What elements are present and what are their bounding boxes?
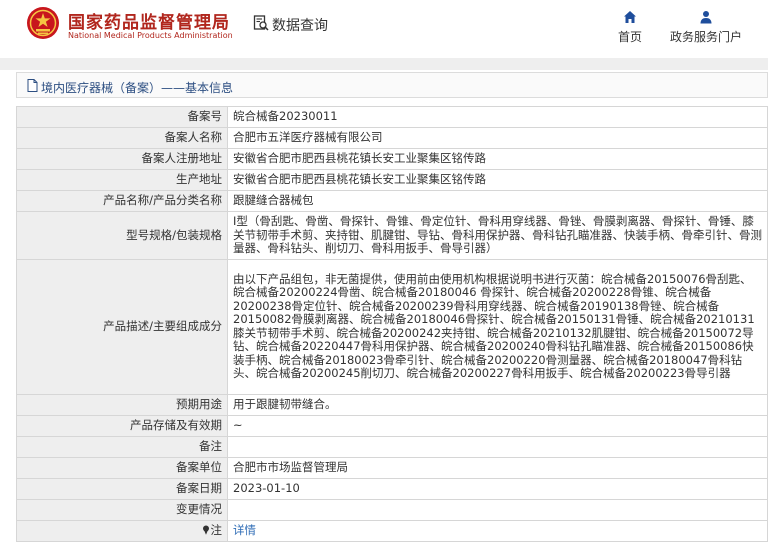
field-label: 备案人注册地址 — [16, 148, 228, 170]
detail-link[interactable]: 详情 — [233, 523, 256, 537]
table-row: 注 详情 — [16, 519, 768, 542]
field-value: 安徽省合肥市肥西县桃花镇长安工业聚集区铭传路 — [227, 169, 768, 191]
nav-home[interactable]: 首页 — [616, 10, 644, 45]
document-icon — [27, 79, 38, 92]
data-query-icon — [253, 15, 269, 31]
header-divider — [0, 58, 768, 70]
field-label: 备注 — [16, 435, 228, 458]
field-label: 产品描述/主要组成成分 — [16, 258, 228, 395]
field-value: 用于跟腱韧带缝合。 — [227, 393, 768, 416]
field-label: 型号规格/包装规格 — [16, 211, 228, 260]
field-label: 备案单位 — [16, 456, 228, 479]
breadcrumb: 境内医疗器械（备案）——基本信息 — [16, 72, 768, 98]
field-label: 产品名称/产品分类名称 — [16, 190, 228, 212]
field-value: 安徽省合肥市肥西县桃花镇长安工业聚集区铭传路 — [227, 148, 768, 170]
field-label: 生产地址 — [16, 169, 228, 191]
field-value: I型（骨刮匙、骨凿、骨探针、骨锥、骨定位针、骨科用穿线器、骨锉、骨膜剥离器、骨探… — [227, 211, 768, 260]
note-label: 注 — [210, 522, 223, 537]
field-label: 备案日期 — [16, 477, 228, 500]
table-row: 变更情况 — [16, 498, 768, 521]
site-title: 国家药品监督管理局 — [68, 13, 230, 33]
field-value: ~ — [227, 414, 768, 437]
table-row: 产品存储及有效期 ~ — [16, 414, 768, 437]
field-value — [227, 435, 768, 458]
field-value: 合肥市五洋医疗器械有限公司 — [227, 127, 768, 149]
pin-icon — [202, 525, 209, 535]
field-value: 2023-01-10 — [227, 477, 768, 500]
breadcrumb-text: 境内医疗器械（备案）——基本信息 — [41, 81, 234, 95]
table-row: 备案号 皖合械备20230011 — [16, 106, 768, 128]
data-query-label: 数据查询 — [272, 18, 328, 34]
national-emblem-icon — [27, 7, 59, 39]
table-row: 产品名称/产品分类名称 跟腱缝合器械包 — [16, 190, 768, 212]
user-icon — [700, 11, 712, 24]
table-row: 预期用途 用于跟腱韧带缝合。 — [16, 393, 768, 416]
field-value: 皖合械备20230011 — [227, 106, 768, 128]
field-value — [227, 498, 768, 521]
home-icon — [624, 11, 636, 23]
site-header: 国家药品监督管理局 National Medical Products Admi… — [0, 0, 768, 58]
table-row: 备案人注册地址 安徽省合肥市肥西县桃花镇长安工业聚集区铭传路 — [16, 148, 768, 170]
field-label: 备案人名称 — [16, 127, 228, 149]
table-row: 备案人名称 合肥市五洋医疗器械有限公司 — [16, 127, 768, 149]
table-row: 型号规格/包装规格 I型（骨刮匙、骨凿、骨探针、骨锥、骨定位针、骨科用穿线器、骨… — [16, 211, 768, 260]
table-row: 生产地址 安徽省合肥市肥西县桃花镇长安工业聚集区铭传路 — [16, 169, 768, 191]
table-row: 产品描述/主要组成成分 由以下产品组包，非无菌提供，使用前由使用机构根据说明书进… — [16, 258, 768, 395]
field-value: 由以下产品组包，非无菌提供，使用前由使用机构根据说明书进行灭菌：皖合械备2015… — [227, 258, 768, 395]
table-row: 备注 — [16, 435, 768, 458]
nav-home-label: 首页 — [617, 30, 642, 44]
note-value-cell: 详情 — [227, 519, 768, 542]
field-value: 合肥市市场监督管理局 — [227, 456, 768, 479]
field-label: 产品存储及有效期 — [16, 414, 228, 437]
site-subtitle: National Medical Products Administration — [68, 31, 233, 40]
table-row: 备案单位 合肥市市场监督管理局 — [16, 456, 768, 479]
field-label: 预期用途 — [16, 393, 228, 416]
record-detail-table: 备案号 皖合械备20230011 备案人名称 合肥市五洋医疗器械有限公司 备案人… — [16, 106, 768, 542]
note-label-cell: 注 — [16, 519, 228, 542]
field-label: 变更情况 — [16, 498, 228, 521]
field-value: 跟腱缝合器械包 — [227, 190, 768, 212]
nav-service-portal[interactable]: 政务服务门户 — [668, 10, 744, 45]
field-label: 备案号 — [16, 106, 228, 128]
nav-service-portal-label: 政务服务门户 — [669, 30, 742, 44]
table-row: 备案日期 2023-01-10 — [16, 477, 768, 500]
